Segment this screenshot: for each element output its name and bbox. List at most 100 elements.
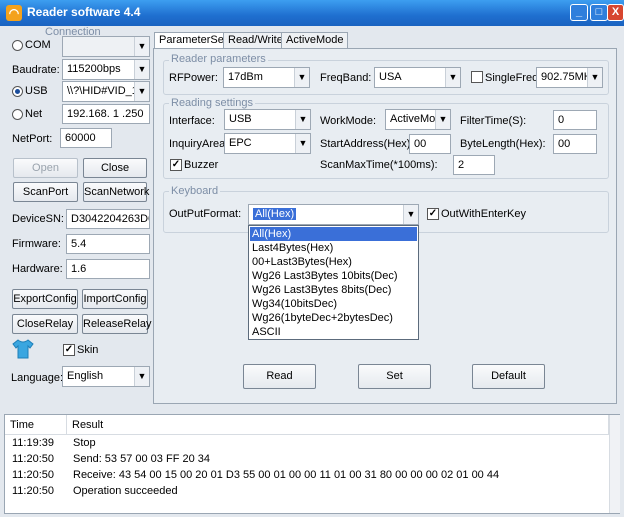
log-time: 11:20:50 (12, 469, 55, 481)
log-table[interactable]: Time Result 11:19:39 Stop 11:20:50 Send:… (4, 414, 620, 514)
hardware-field: 1.6 (66, 259, 150, 279)
firmware-field: 5.4 (66, 234, 150, 254)
read-button[interactable]: Read (243, 364, 316, 389)
skin-checkbox[interactable]: ✓ (63, 344, 75, 356)
log-row[interactable]: 11:19:39 Stop (5, 435, 605, 451)
scanmaxtime-label: ScanMaxTime(*100ms): (320, 159, 438, 171)
close-button[interactable]: Close (83, 158, 147, 178)
dropdown-option[interactable]: ASCII (250, 325, 417, 339)
maximize-button[interactable]: □ (590, 4, 608, 21)
singlefreq-select[interactable]: 902.75MH ▼ (536, 67, 603, 88)
app-icon: ◠ (6, 5, 22, 21)
net-radio[interactable] (12, 109, 23, 120)
closerelay-button[interactable]: CloseRelay (12, 314, 78, 334)
dropdown-option[interactable]: Last4Bytes(Hex) (250, 241, 417, 255)
singlefreq-label: SingleFreq. (485, 72, 542, 84)
importconfig-button[interactable]: ImportConfig (82, 289, 148, 309)
releaserelay-button[interactable]: ReleaseRelay (82, 314, 151, 334)
dropdown-option[interactable]: Wg26(1byteDec+2bytesDec) (250, 311, 417, 325)
com-radio[interactable] (12, 40, 23, 51)
interface-value: USB (229, 113, 252, 125)
inquiryarea-value: EPC (229, 137, 252, 149)
singlefreq-value: 902.75MH (541, 71, 592, 83)
log-header-time[interactable]: Time (5, 415, 67, 435)
buzzer-label: Buzzer (184, 159, 219, 171)
freqband-label: FreqBand: (320, 72, 372, 84)
inquiryarea-label: InquiryArea (169, 138, 226, 150)
com-label: COM (25, 39, 51, 51)
outputformat-value: All(Hex) (253, 208, 297, 220)
devicesn-label: DeviceSN: (12, 213, 64, 225)
minimize-button[interactable]: _ (570, 4, 588, 21)
freqband-select[interactable]: USA ▼ (374, 67, 461, 88)
scanmaxtime-input[interactable]: 2 (453, 155, 495, 175)
close-window-button[interactable]: X (607, 4, 624, 21)
tab-activemode[interactable]: ActiveMode (281, 32, 349, 49)
language-select[interactable]: English ▼ (62, 366, 150, 387)
log-scrollbar[interactable] (609, 415, 620, 513)
outputformat-dropdown-list[interactable]: All(Hex) Last4Bytes(Hex) 00+Last3Bytes(H… (248, 225, 419, 340)
chevron-down-icon: ▼ (295, 134, 310, 153)
interface-select[interactable]: USB ▼ (224, 109, 311, 130)
log-header-result[interactable]: Result (67, 415, 609, 435)
rfpower-value: 17dBm (228, 71, 263, 83)
workmode-select[interactable]: ActiveMod ▼ (385, 109, 451, 130)
dropdown-option[interactable]: 00+Last3Bytes(Hex) (250, 255, 417, 269)
usb-device-select[interactable]: \\?\HID#VID_1A ▼ (62, 81, 150, 102)
title-bar[interactable]: ◠ Reader software 4.4 _ □ X (0, 0, 624, 26)
dropdown-option[interactable]: Wg26 Last3Bytes 10bits(Dec) (250, 269, 417, 283)
startaddress-label: StartAddress(Hex): (320, 138, 414, 150)
singlefreq-checkbox[interactable] (471, 71, 483, 83)
workmode-label: WorkMode: (320, 115, 377, 127)
netport-input[interactable]: 60000 (60, 128, 112, 148)
scanport-button[interactable]: ScanPort (13, 182, 78, 202)
set-button[interactable]: Set (358, 364, 431, 389)
skin-label: Skin (77, 344, 99, 356)
interface-label: Interface: (169, 115, 215, 127)
rfpower-select[interactable]: 17dBm ▼ (223, 67, 310, 88)
log-row[interactable]: 11:20:50 Operation succeeded (5, 483, 605, 499)
dropdown-option[interactable]: Wg34(10bitsDec) (250, 297, 417, 311)
usb-label: USB (25, 85, 48, 97)
chevron-down-icon: ▼ (435, 110, 450, 129)
chevron-down-icon: ▼ (134, 37, 149, 56)
dropdown-option[interactable]: Wg26 Last3Bytes 8bits(Dec) (250, 283, 417, 297)
log-time: 11:19:39 (12, 437, 55, 449)
rfpower-label: RFPower: (169, 72, 218, 84)
scannetwork-button[interactable]: ScanNetwork (83, 182, 149, 202)
default-button[interactable]: Default (472, 364, 545, 389)
chevron-down-icon: ▼ (134, 367, 149, 386)
tshirt-skin-icon[interactable] (12, 339, 34, 359)
reader-parameters-title: Reader parameters (169, 53, 268, 65)
dropdown-option[interactable]: All(Hex) (250, 227, 417, 241)
bytelength-input[interactable]: 00 (553, 134, 597, 154)
outputformat-label: OutPutFormat: (169, 208, 242, 220)
tab-readwrite[interactable]: Read/Write (223, 32, 288, 49)
net-label: Net (25, 108, 43, 120)
filtertime-label: FilterTime(S): (460, 115, 527, 127)
open-button[interactable]: Open (13, 158, 78, 178)
filtertime-input[interactable]: 0 (553, 110, 597, 130)
inquiryarea-select[interactable]: EPC ▼ (224, 133, 311, 154)
chevron-down-icon: ▼ (445, 68, 460, 87)
baudrate-select[interactable]: 115200bps ▼ (62, 59, 150, 80)
com-port-select[interactable]: ▼ (62, 36, 150, 57)
startaddress-input[interactable]: 00 (409, 134, 451, 154)
log-result: Send: 53 57 00 03 FF 20 34 (73, 453, 210, 465)
log-row[interactable]: 11:20:50 Send: 53 57 00 03 FF 20 34 (5, 451, 605, 467)
net-ip-input[interactable]: 192.168. 1 .250 (62, 104, 150, 124)
buzzer-checkbox[interactable]: ✓ (170, 159, 182, 171)
chevron-down-icon: ▼ (294, 68, 309, 87)
outputformat-select[interactable]: All(Hex) ▼ (248, 204, 419, 225)
chevron-down-icon: ▼ (295, 110, 310, 129)
reading-settings-title: Reading settings (169, 97, 255, 109)
app-window: ◠ Reader software 4.4 _ □ X Connection C… (0, 0, 624, 517)
log-time: 11:20:50 (12, 453, 55, 465)
window-title: Reader software 4.4 (27, 5, 141, 19)
firmware-label: Firmware: (12, 238, 61, 250)
log-row[interactable]: 11:20:50 Receive: 43 54 00 15 00 20 01 D… (5, 467, 605, 483)
outwithenterkey-checkbox[interactable]: ✓ (427, 208, 439, 220)
exportconfig-button[interactable]: ExportConfig (12, 289, 78, 309)
usb-radio[interactable] (12, 86, 23, 97)
outwithenterkey-label: OutWithEnterKey (441, 208, 526, 220)
